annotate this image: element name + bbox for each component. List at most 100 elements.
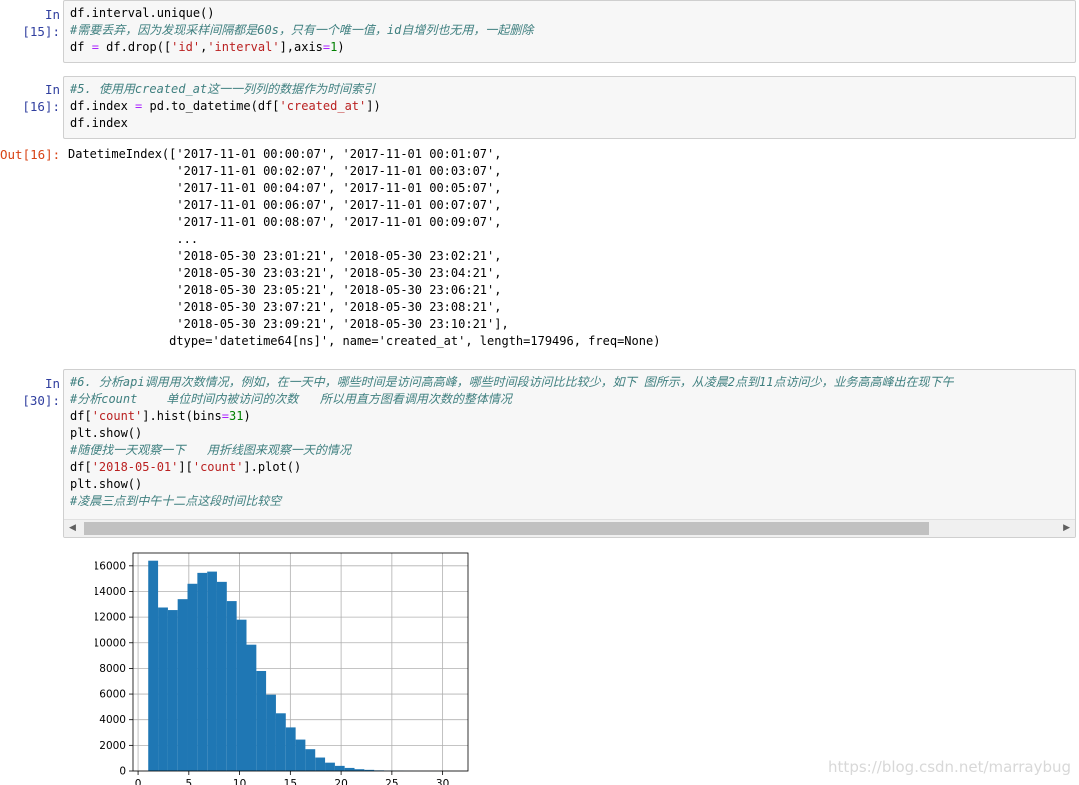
output-line: DatetimeIndex(['2017-11-01 00:00:07', '2… [68, 147, 502, 161]
code-token: '2018-05-01' [91, 460, 179, 474]
code-token: df [70, 40, 92, 54]
code-comment: #随便找一天观察一下 用折线图来观察一天的情况 [70, 443, 351, 457]
histogram-bar [295, 739, 306, 771]
code-token: 'count' [192, 460, 244, 474]
code-token: = [221, 409, 229, 423]
x-tick-label: 25 [385, 778, 398, 785]
output-16-prompt: Out[16]: [0, 147, 61, 162]
cell-30-code[interactable]: #6. 分析api调用用次数情况，例如，在一天中，哪些时间是访问高高峰，哪些时间… [70, 374, 953, 510]
cell-16-prompt: In [16]: [22, 82, 60, 114]
histogram-bar [158, 607, 168, 771]
code-line: #凌晨三点到中午十二点这段时间比较空 [70, 493, 953, 510]
x-tick-label: 5 [185, 778, 192, 785]
output-line: '2017-11-01 00:06:07', '2017-11-01 00:07… [68, 198, 502, 212]
histogram-bar [246, 644, 257, 771]
output-line: dtype='datetime64[ns]', name='created_at… [68, 334, 661, 348]
code-token: df.drop([ [98, 40, 172, 54]
code-token: df.index [70, 116, 128, 130]
y-tick-label: 8000 [99, 663, 126, 675]
code-token: = [91, 40, 99, 54]
code-line: plt.show() [70, 476, 953, 493]
y-tick-label: 10000 [95, 637, 126, 649]
code-token: ) [337, 40, 345, 54]
y-tick-label: 14000 [95, 586, 126, 598]
histogram-bar [266, 694, 276, 771]
histogram-bar [256, 670, 267, 771]
code-line: #5. 使用用created_at这一一列列的数据作为时间索引 [70, 81, 381, 98]
code-token: df[ [70, 409, 92, 423]
code-token: df[ [70, 460, 92, 474]
code-comment: #凌晨三点到中午十二点这段时间比较空 [70, 494, 282, 508]
output-line: '2018-05-30 23:01:21', '2018-05-30 23:02… [68, 249, 502, 263]
cell-30-prompt: In [30]: [22, 376, 60, 408]
x-tick-label: 10 [233, 778, 246, 785]
y-tick-label: 12000 [95, 612, 126, 624]
histogram-bar [236, 619, 247, 771]
histogram-bar [344, 767, 355, 771]
code-token: plt.show() [70, 426, 143, 440]
histogram-chart: 0 2000 4000 6000 8000 10000 12000 14000 16000 0 5 1… [95, 552, 469, 785]
y-tick-label: 0 [119, 766, 126, 778]
y-tick-label: 4000 [99, 714, 126, 726]
histogram-bar [148, 560, 159, 771]
x-tick-label: 15 [284, 778, 297, 785]
histogram-bar [285, 727, 296, 771]
histogram-bar [177, 599, 188, 771]
code-token: ) [243, 409, 251, 423]
histogram-bar [325, 762, 335, 771]
horizontal-scrollbar[interactable]: ◀ ▶ [64, 519, 1075, 537]
histogram-bar [305, 749, 316, 771]
code-cell-30[interactable]: #6. 分析api调用用次数情况，例如，在一天中，哪些时间是访问高高峰，哪些时间… [63, 369, 1076, 538]
code-comment: #5. 使用用created_at这一一列列的数据作为时间索引 [70, 82, 376, 96]
cell-16-code[interactable]: #5. 使用用created_at这一一列列的数据作为时间索引 df.index … [70, 81, 381, 132]
y-tick-label: 16000 [95, 560, 126, 572]
x-tick-label: 0 [135, 778, 142, 785]
scroll-left-icon[interactable]: ◀ [69, 523, 76, 533]
code-line: #分析count 单位时间内被访问的次数 所以用直方图看调用次数的整体情况 [70, 391, 953, 408]
cell-15-code[interactable]: df.interval.unique() #需要丢弃，因为发现采样间隔都是60s，… [70, 5, 533, 56]
histogram-bar [207, 571, 217, 771]
code-comment: #需要丢弃，因为发现采样间隔都是60s，只有一个唯一值，id自增列也无用，一起删… [70, 23, 534, 37]
code-cell-15[interactable]: df.interval.unique() #需要丢弃，因为发现采样间隔都是60s，… [63, 0, 1076, 63]
x-tick-label: 30 [436, 778, 449, 785]
histogram-bar [167, 610, 178, 771]
scrollbar-thumb[interactable] [84, 522, 929, 535]
watermark: https://blog.csdn.net/marraybug [828, 758, 1071, 776]
scroll-right-icon[interactable]: ▶ [1063, 523, 1070, 533]
code-line: df['2018-05-01']['count'].plot() [70, 459, 953, 476]
output-line: '2017-11-01 00:04:07', '2017-11-01 00:05… [68, 181, 502, 195]
code-line: df.index [70, 115, 381, 132]
output-line: '2018-05-30 23:09:21', '2018-05-30 23:10… [68, 317, 509, 331]
histogram-bar [187, 583, 198, 771]
code-token: pd.to_datetime(df[ [142, 99, 280, 113]
output-line: '2018-05-30 23:05:21', '2018-05-30 23:06… [68, 283, 502, 297]
histogram-bar [197, 572, 208, 771]
y-tick-label: 6000 [99, 689, 126, 701]
code-line: #随便找一天观察一下 用折线图来观察一天的情况 [70, 442, 953, 459]
output-line: '2018-05-30 23:03:21', '2018-05-30 23:04… [68, 266, 502, 280]
code-token: ].plot() [243, 460, 302, 474]
code-token: df.index [70, 99, 136, 113]
code-token: 'id' [171, 40, 201, 54]
histogram-bar [216, 581, 227, 771]
code-line: #6. 分析api调用用次数情况，例如，在一天中，哪些时间是访问高高峰，哪些时间… [70, 374, 953, 391]
code-line: #需要丢弃，因为发现采样间隔都是60s，只有一个唯一值，id自增列也无用，一起删… [70, 22, 533, 39]
cell-15-prompt: In [15]: [22, 7, 60, 39]
code-cell-16[interactable]: #5. 使用用created_at这一一列列的数据作为时间索引 df.index … [63, 76, 1076, 139]
code-token: df.interval.unique() [70, 6, 215, 20]
histogram-bar [226, 601, 237, 771]
code-token: 'created_at' [279, 99, 367, 113]
code-line: df = df.drop(['id','interval'],axis=1) [70, 39, 533, 56]
code-line: df['count'].hist(bins=31) [70, 408, 953, 425]
code-line: df.index = pd.to_datetime(df['created_at… [70, 98, 381, 115]
code-comment: #6. 分析api调用用次数情况，例如，在一天中，哪些时间是访问高高峰，哪些时间… [70, 375, 954, 389]
code-token: ].hist(bins [142, 409, 222, 423]
output-16-text: DatetimeIndex(['2017-11-01 00:00:07', '2… [68, 146, 660, 350]
x-tick-label: 20 [334, 778, 347, 785]
code-token: plt.show() [70, 477, 143, 491]
code-token: 'count' [91, 409, 143, 423]
histogram-bar [334, 765, 345, 771]
output-line: '2018-05-30 23:07:21', '2018-05-30 23:08… [68, 300, 502, 314]
output-line: '2017-11-01 00:02:07', '2017-11-01 00:03… [68, 164, 502, 178]
code-token: ][ [178, 460, 193, 474]
